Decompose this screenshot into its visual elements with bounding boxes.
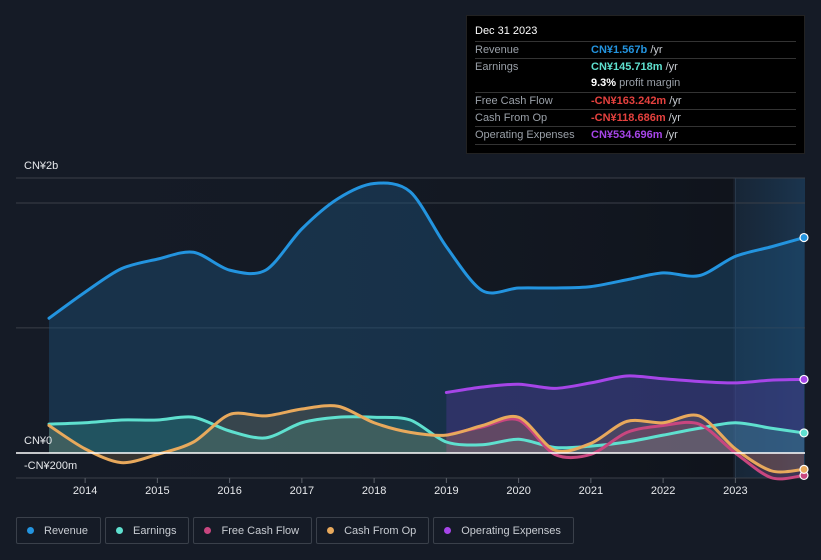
tooltip-value: CN¥145.718m /yr — [591, 61, 678, 73]
legend-label: Earnings — [133, 524, 177, 537]
legend-label: Operating Expenses — [461, 524, 561, 537]
legend-dot-icon — [204, 527, 212, 534]
earnings-end-marker[interactable] — [799, 428, 809, 438]
legend-dot-icon — [27, 527, 34, 534]
x-tick-label: 2015 — [145, 485, 170, 497]
legend-item-revenue[interactable]: Revenue — [16, 517, 102, 544]
tooltip-value: CN¥534.696m /yr — [591, 129, 678, 141]
tooltip-label: Revenue — [475, 44, 520, 56]
tooltip-value: CN¥1.567b /yr — [591, 44, 663, 56]
x-tick-label: 2022 — [650, 485, 676, 497]
legend-label: Revenue — [44, 524, 89, 537]
x-tick-label: 2020 — [506, 485, 531, 497]
legend-dot-icon — [444, 527, 452, 534]
tooltip-value: -CN¥163.242m /yr — [591, 95, 682, 107]
tooltip-value: -CN¥118.686m /yr — [591, 112, 681, 124]
x-tick-label: 2021 — [578, 485, 604, 497]
cash-from-op-end-marker[interactable] — [799, 464, 809, 474]
x-tick-label: 2014 — [72, 485, 98, 497]
legend: Revenue Earnings Free Cash Flow Cash Fro… — [16, 517, 574, 544]
tooltip-label: Operating Expenses — [475, 129, 575, 141]
x-tick-label: 2018 — [361, 485, 387, 497]
legend-item-cash-from-op[interactable]: Cash From Op — [316, 517, 430, 544]
legend-item-free-cash-flow[interactable]: Free Cash Flow — [193, 517, 313, 544]
tooltip-label: Free Cash Flow — [475, 95, 553, 107]
x-tick-label: 2023 — [723, 485, 748, 497]
tooltip-row-revenue: Revenue CN¥1.567b /yr — [475, 41, 796, 59]
tooltip-row-free-cash-flow: Free Cash Flow -CN¥163.242m /yr — [475, 92, 796, 110]
tooltip-panel: Dec 31 2023 Revenue CN¥1.567b /yr Earnin… — [466, 15, 805, 154]
legend-item-earnings[interactable]: Earnings — [105, 517, 190, 544]
tooltip-row-operating-expenses: Operating Expenses CN¥534.696m /yr — [475, 126, 796, 145]
y-tick-label-zero: CN¥0 — [24, 435, 53, 447]
y-tick-label-bottom: -CN¥200m — [24, 460, 78, 472]
legend-label: Free Cash Flow — [221, 524, 300, 537]
x-tick-label: 2019 — [434, 485, 459, 497]
x-tick-label: 2017 — [289, 485, 315, 497]
operating-expenses-end-marker[interactable] — [799, 374, 809, 385]
legend-dot-icon — [116, 527, 124, 534]
tooltip-label: Cash From Op — [475, 112, 548, 124]
legend-dot-icon — [327, 527, 335, 534]
tooltip-label: Earnings — [475, 61, 519, 73]
tooltip-row-earnings: Earnings CN¥145.718m /yr — [475, 58, 796, 76]
revenue-end-marker[interactable] — [799, 232, 809, 243]
legend-item-operating-expenses[interactable]: Operating Expenses — [433, 517, 574, 544]
tooltip-profit-margin: 9.3% profit margin — [591, 77, 681, 89]
x-tick-label: 2016 — [217, 485, 242, 497]
tooltip-date: Dec 31 2023 — [475, 25, 538, 37]
tooltip-row-cash-from-op: Cash From Op -CN¥118.686m /yr — [475, 109, 796, 127]
y-tick-label-top: CN¥2b — [24, 160, 59, 172]
legend-label: Cash From Op — [344, 524, 417, 537]
